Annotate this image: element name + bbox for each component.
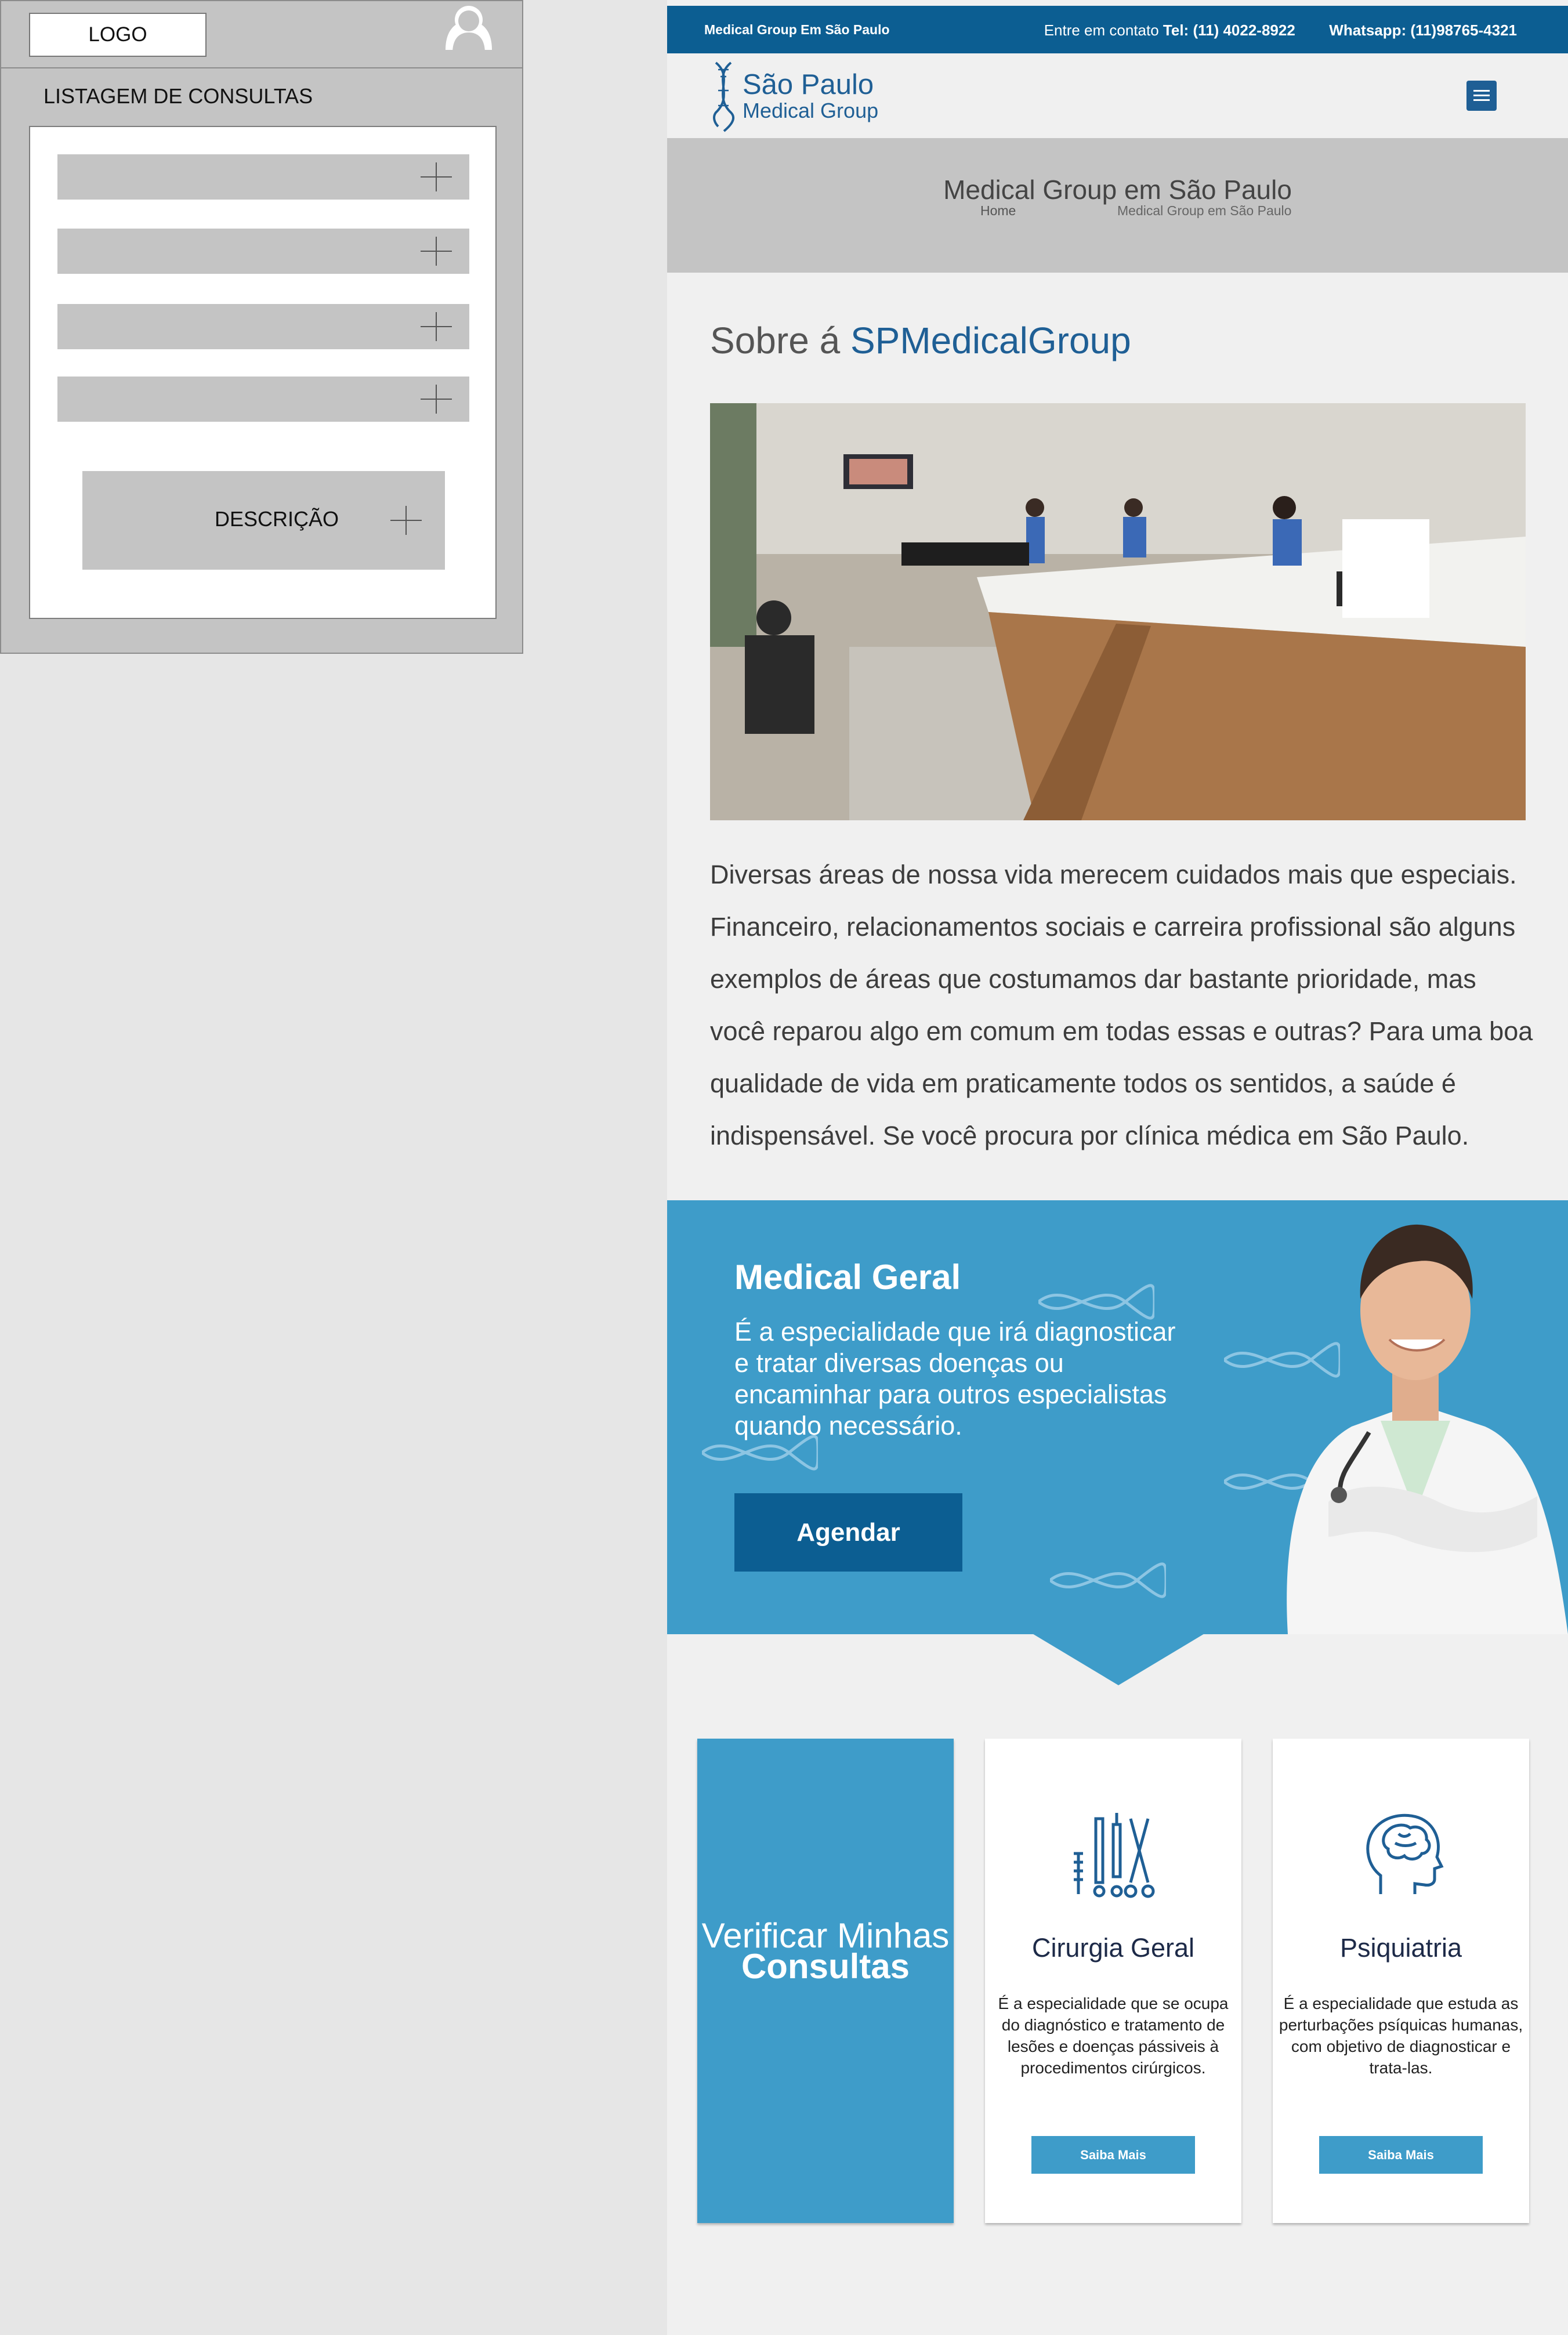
agendar-button[interactable]: Agendar xyxy=(734,1493,962,1572)
brain-head-icon xyxy=(1366,1813,1444,1894)
topbar-contact: Entre em contato Tel: (11) 4022-8922 Wha… xyxy=(1044,21,1517,39)
about-heading: Sobre á SPMedicalGroup xyxy=(710,319,1131,362)
consultas-list: DESCRIÇÃO xyxy=(29,126,497,619)
description-label: DESCRIÇÃO xyxy=(215,507,339,531)
doctor-photo xyxy=(1287,1224,1568,1634)
hamburger-menu-icon[interactable] xyxy=(1466,81,1497,111)
about-paragraph: Diversas áreas de nossa vida merecem cui… xyxy=(710,860,1533,1150)
card-consultas-line2: Consultas xyxy=(741,1947,910,1986)
wireframe-logo[interactable]: LOGO xyxy=(29,13,207,57)
about-heading-brand: SPMedicalGroup xyxy=(850,320,1131,361)
card-title: Cirurgia Geral xyxy=(1031,1933,1195,1963)
plus-icon[interactable] xyxy=(421,312,452,341)
saiba-mais-button[interactable]: Saiba Mais xyxy=(1031,2136,1195,2174)
contact-prefix: Entre em contato xyxy=(1044,21,1159,39)
consulta-row[interactable] xyxy=(57,377,469,422)
medical-geral-banner: Medical Geral É a especialidade que irá … xyxy=(667,1200,1568,1634)
card-description: É a especialidade que se ocupa do diagnó… xyxy=(998,1994,1229,2077)
whatsapp-link[interactable]: Whatsapp: (11)98765-4321 xyxy=(1329,21,1517,39)
consulta-row[interactable] xyxy=(57,154,469,200)
saiba-mais-button[interactable]: Saiba Mais xyxy=(1319,2136,1483,2174)
promo-text: É a especialidade que irá diagnosticar e… xyxy=(734,1317,1176,1440)
description-box[interactable]: DESCRIÇÃO xyxy=(82,471,445,570)
wireframe-title: LISTAGEM DE CONSULTAS xyxy=(44,84,313,108)
cirurgia-geral-card: Cirurgia Geral É a especialidade que se … xyxy=(985,1739,1241,2223)
consulta-row[interactable] xyxy=(57,229,469,274)
page-title: Medical Group em São Paulo xyxy=(943,175,1292,205)
plus-icon[interactable] xyxy=(421,385,452,414)
psiquiatria-card: Psiquiatria É a especialidade que estuda… xyxy=(1273,1739,1529,2223)
topbar-tagline: Medical Group Em São Paulo xyxy=(704,22,890,37)
wireframe-panel: LOGO LISTAGEM DE CONSULTAS DESCRIÇÃO xyxy=(0,0,523,654)
wireframe-header: LOGO xyxy=(1,1,523,68)
about-heading-prefix: Sobre á xyxy=(710,320,850,361)
plus-icon[interactable] xyxy=(421,237,452,266)
plus-icon[interactable] xyxy=(390,506,422,535)
brand-line2: Medical Group xyxy=(743,99,879,122)
breadcrumb-current: Medical Group em São Paulo xyxy=(1117,203,1292,218)
surgical-tools-icon xyxy=(1074,1813,1155,1898)
promo-title: Medical Geral xyxy=(734,1258,961,1297)
page-hero: Medical Group em São Paulo Home Medical … xyxy=(667,138,1568,273)
brand-line1: São Paulo xyxy=(743,69,874,100)
card-title: Psiquiatria xyxy=(1339,1933,1462,1963)
breadcrumb-home[interactable]: Home xyxy=(980,203,1016,219)
dna-logo-icon[interactable] xyxy=(711,60,736,133)
brand-logo[interactable]: São Paulo Medical Group xyxy=(743,71,878,121)
verificar-consultas-card[interactable]: Verificar Minhas Consultas xyxy=(697,1739,954,2223)
phone-link[interactable]: Tel: (11) 4022-8922 xyxy=(1163,21,1295,39)
dna-decoration-icon xyxy=(1050,1562,1166,1598)
website-mockup: Medical Group Em São Paulo Entre em cont… xyxy=(667,0,1568,2335)
banner-arrow xyxy=(1031,1633,1205,1685)
consulta-row[interactable] xyxy=(57,304,469,349)
plus-icon[interactable] xyxy=(421,162,452,191)
card-description: É a especialidade que estuda as perturba… xyxy=(1279,1994,1523,2077)
clinic-reception-photo xyxy=(710,403,1526,820)
avatar-icon[interactable] xyxy=(440,3,498,53)
top-bar: Medical Group Em São Paulo Entre em cont… xyxy=(667,6,1568,53)
navbar: São Paulo Medical Group xyxy=(667,53,1568,138)
